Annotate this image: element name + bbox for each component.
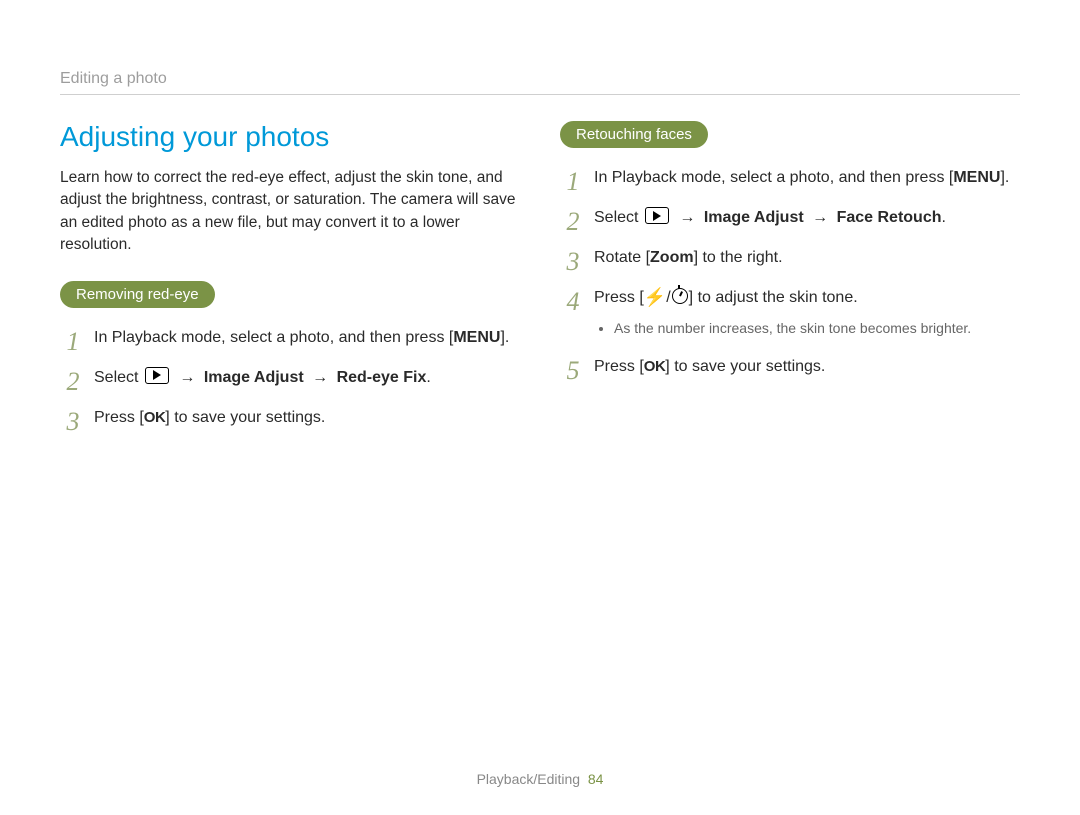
right-step-2: Select → Image Adjust → Face Retouch. xyxy=(560,206,1020,230)
left-step-3: Press [OK] to save your settings. xyxy=(60,406,520,430)
flash-icon: ⚡ xyxy=(644,288,666,306)
text: Select xyxy=(594,209,643,226)
divider xyxy=(60,94,1020,95)
pill-retouching-faces: Retouching faces xyxy=(560,121,708,148)
text: ] to save your settings. xyxy=(165,409,325,426)
footer-section: Playback/Editing xyxy=(477,771,581,787)
text: Select xyxy=(94,369,143,386)
right-step-3: Rotate [Zoom] to the right. xyxy=(560,246,1020,270)
left-step-1: In Playback mode, select a photo, and th… xyxy=(60,326,520,350)
red-eye-fix-label: Red-eye Fix xyxy=(337,369,427,386)
text: Press [ xyxy=(594,358,644,375)
right-step-4: Press [⚡/ ] to adjust the skin tone. As t… xyxy=(560,286,1020,339)
left-column: Adjusting your photos Learn how to corre… xyxy=(60,121,520,446)
section-title: Adjusting your photos xyxy=(60,121,520,153)
text: ]. xyxy=(500,329,509,346)
page-footer: Playback/Editing 84 xyxy=(0,771,1080,787)
text: Press [ xyxy=(594,289,644,306)
text: . xyxy=(942,209,946,226)
playback-icon xyxy=(645,207,669,224)
text: / xyxy=(666,289,670,306)
breadcrumb: Editing a photo xyxy=(60,70,1020,94)
right-column: Retouching faces In Playback mode, selec… xyxy=(560,121,1020,446)
right-step-5: Press [OK] to save your settings. xyxy=(560,355,1020,379)
text: ] to save your settings. xyxy=(665,358,825,375)
menu-label: MENU xyxy=(453,329,500,346)
content-columns: Adjusting your photos Learn how to corre… xyxy=(60,121,1020,446)
manual-page: Editing a photo Adjusting your photos Le… xyxy=(0,0,1080,815)
text: In Playback mode, select a photo, and th… xyxy=(94,329,453,346)
text: ] to adjust the skin tone. xyxy=(689,289,858,306)
text: . xyxy=(426,369,430,386)
timer-icon xyxy=(672,288,688,304)
steps-right: In Playback mode, select a photo, and th… xyxy=(560,166,1020,379)
text: ] to the right. xyxy=(694,249,783,266)
steps-left: In Playback mode, select a photo, and th… xyxy=(60,326,520,430)
text: Press [ xyxy=(94,409,144,426)
sub-note: As the number increases, the skin tone b… xyxy=(614,318,1020,339)
menu-label: MENU xyxy=(953,169,1000,186)
sub-list: As the number increases, the skin tone b… xyxy=(594,318,1020,339)
arrow: → xyxy=(308,369,333,386)
right-step-1: In Playback mode, select a photo, and th… xyxy=(560,166,1020,190)
intro-paragraph: Learn how to correct the red-eye effect,… xyxy=(60,167,520,257)
arrow: → xyxy=(175,369,200,386)
playback-icon xyxy=(145,367,169,384)
pill-removing-red-eye: Removing red-eye xyxy=(60,281,215,308)
page-number: 84 xyxy=(588,771,604,787)
zoom-label: Zoom xyxy=(650,249,694,266)
text: In Playback mode, select a photo, and th… xyxy=(594,169,953,186)
arrow: → xyxy=(675,209,700,226)
left-step-2: Select → Image Adjust → Red-eye Fix. xyxy=(60,366,520,390)
image-adjust-label: Image Adjust xyxy=(704,209,804,226)
face-retouch-label: Face Retouch xyxy=(837,209,942,226)
text: ]. xyxy=(1000,169,1009,186)
text: Rotate [ xyxy=(594,249,650,266)
image-adjust-label: Image Adjust xyxy=(204,369,304,386)
arrow: → xyxy=(808,209,833,226)
ok-icon: OK xyxy=(144,407,166,430)
ok-icon: OK xyxy=(644,356,666,379)
